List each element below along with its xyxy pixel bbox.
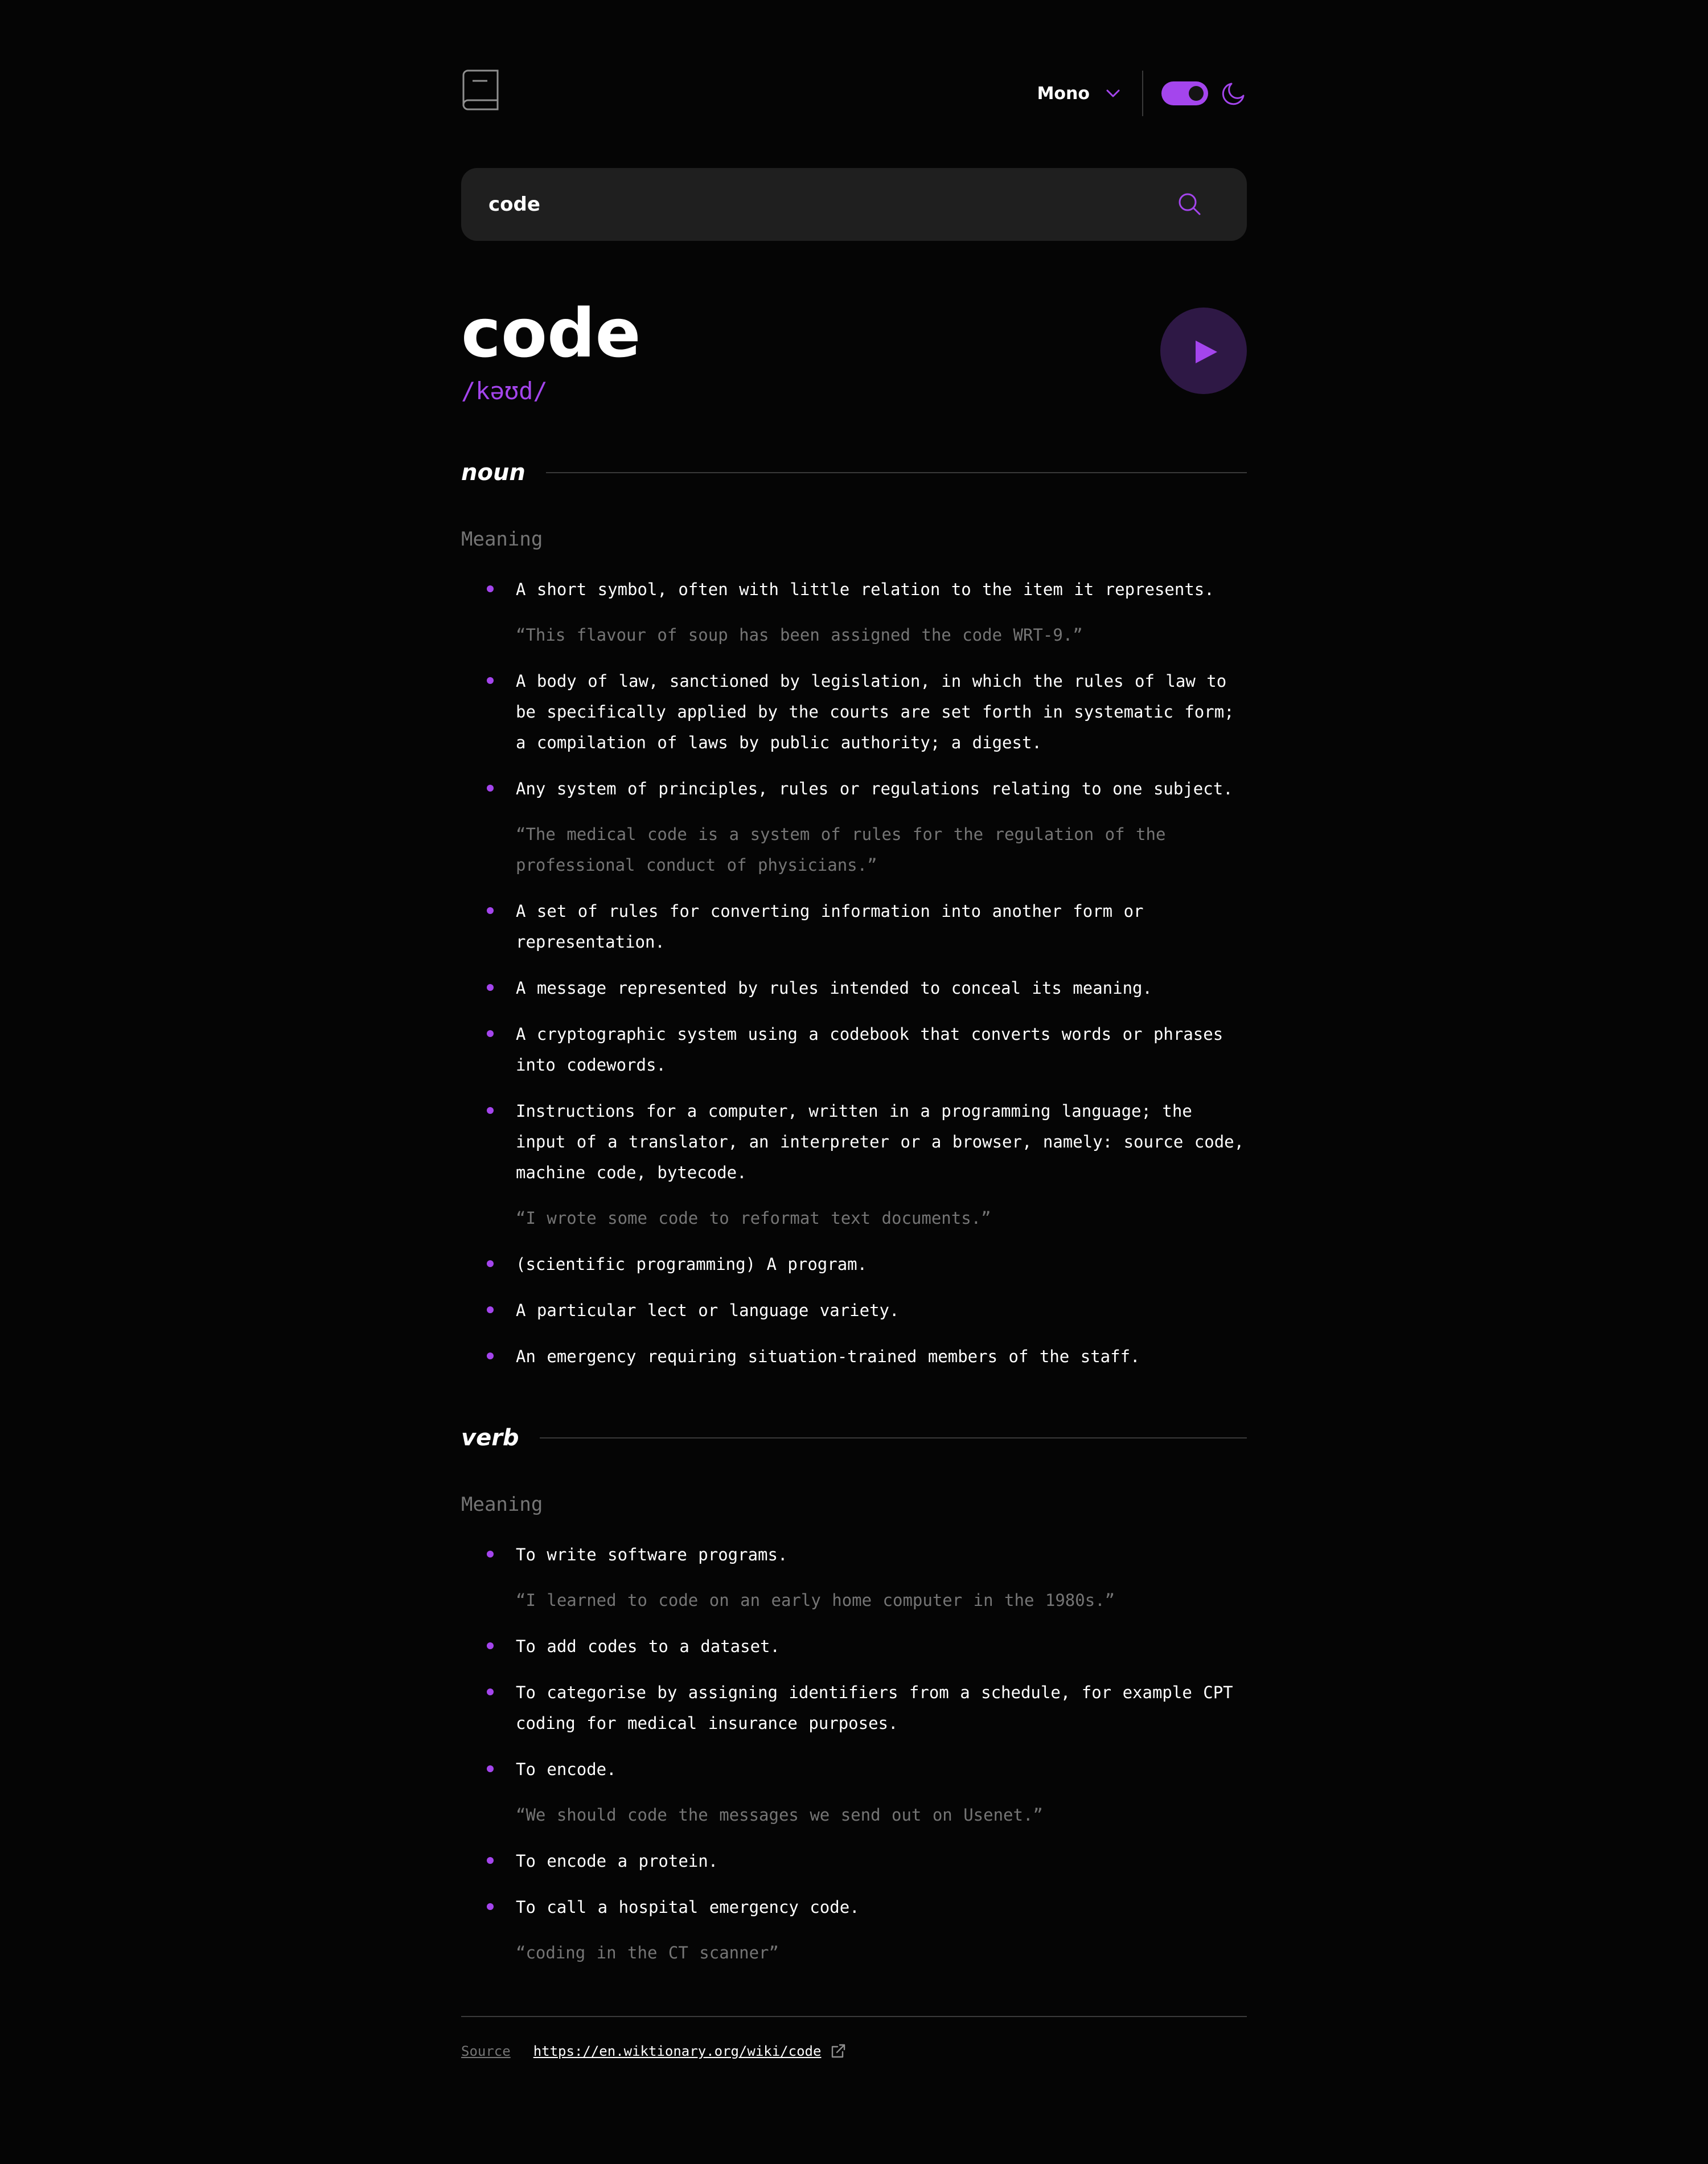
definition-text: To write software programs. — [516, 1545, 788, 1564]
definition-text: (scientific programming) A program. — [516, 1255, 868, 1274]
book-icon[interactable] — [461, 69, 500, 110]
definition-item: (scientific programming) A program. — [461, 1249, 1247, 1280]
theme-toggle-knob — [1189, 86, 1204, 101]
play-icon — [1196, 341, 1217, 363]
verb-section-heading: verb — [461, 1421, 1247, 1455]
moon-icon — [1222, 83, 1245, 105]
verb-definitions-list: To write software programs. “I learned t… — [461, 1539, 1247, 1983]
bullet — [487, 1642, 494, 1649]
meaning-label: Meaning — [461, 1493, 543, 1516]
font-selector-label: Mono — [1037, 83, 1090, 104]
dictionary-page: Mono code code /kəʊd/ noun Meaning A sho… — [0, 0, 1708, 2164]
noun-definitions-list: A short symbol, often with little relati… — [461, 574, 1247, 1387]
external-link-icon[interactable] — [830, 2043, 846, 2059]
definition-example: “I learned to code on an early home comp… — [516, 1591, 1115, 1610]
bullet — [487, 1260, 494, 1267]
definition-item: An emergency requiring situation-trained… — [461, 1341, 1247, 1372]
definition-item: To call a hospital emergency code. “codi… — [461, 1892, 1247, 1968]
section-divider — [545, 472, 1247, 473]
definition-item: A body of law, sanctioned by legislation… — [461, 666, 1247, 758]
definition-text: To encode a protein. — [516, 1851, 718, 1871]
word-phonetic: /kəʊd/ — [461, 377, 548, 405]
bullet — [487, 1352, 494, 1359]
header-divider — [1142, 71, 1143, 116]
definition-text: To call a hospital emergency code. — [516, 1897, 860, 1917]
definition-item: A message represented by rules intended … — [461, 973, 1247, 1003]
definition-item: Any system of principles, rules or regul… — [461, 773, 1247, 880]
theme-toggle[interactable] — [1161, 81, 1208, 105]
bullet — [487, 677, 494, 684]
search-bar — [461, 168, 1247, 241]
definition-item: Instructions for a computer, written in … — [461, 1096, 1247, 1233]
bullet — [487, 1765, 494, 1772]
definition-text: A short symbol, often with little relati… — [516, 580, 1214, 599]
noun-section-heading: noun — [461, 456, 1247, 490]
source-link[interactable]: https://en.wiktionary.org/wiki/code — [533, 2043, 822, 2059]
definition-text: Instructions for a computer, written in … — [516, 1101, 1245, 1182]
definition-item: To write software programs. “I learned t… — [461, 1539, 1247, 1616]
part-of-speech-label: noun — [461, 460, 525, 486]
definition-example: “The medical code is a system of rules f… — [516, 825, 1166, 875]
search-icon[interactable] — [1176, 191, 1202, 217]
definition-text: Any system of principles, rules or regul… — [516, 779, 1233, 798]
chevron-down-icon — [1106, 89, 1120, 97]
footer-divider — [461, 2016, 1247, 2017]
word-title: code — [461, 294, 641, 372]
search-input[interactable] — [488, 168, 1160, 241]
source-label: Source — [461, 2043, 511, 2059]
part-of-speech-label: verb — [461, 1425, 519, 1451]
definition-item: A short symbol, often with little relati… — [461, 574, 1247, 650]
definition-item: A set of rules for converting informatio… — [461, 896, 1247, 957]
definition-text: An emergency requiring situation-trained… — [516, 1347, 1140, 1366]
definition-item: A cryptographic system using a codebook … — [461, 1019, 1247, 1080]
definition-item: A particular lect or language variety. — [461, 1295, 1247, 1326]
definition-text: A set of rules for converting informatio… — [516, 901, 1144, 952]
section-divider — [539, 1437, 1247, 1438]
bullet — [487, 1306, 494, 1313]
bullet — [487, 785, 494, 792]
header: Mono — [461, 67, 1247, 116]
bullet — [487, 1107, 494, 1114]
bullet — [487, 1688, 494, 1695]
definition-text: A cryptographic system using a codebook … — [516, 1024, 1223, 1075]
definition-item: To add codes to a dataset. — [461, 1631, 1247, 1662]
definition-text: To encode. — [516, 1760, 617, 1779]
footer: Source https://en.wiktionary.org/wiki/co… — [461, 2043, 846, 2059]
bullet — [487, 1551, 494, 1558]
bullet — [487, 907, 494, 914]
definition-text: A particular lect or language variety. — [516, 1301, 900, 1320]
definition-text: A message represented by rules intended … — [516, 978, 1152, 998]
definition-example: “I wrote some code to reformat text docu… — [516, 1208, 991, 1228]
bullet — [487, 1903, 494, 1910]
definition-item: To categorise by assigning identifiers f… — [461, 1677, 1247, 1739]
definition-example: “We should code the messages we send out… — [516, 1805, 1043, 1825]
bullet — [487, 1857, 494, 1864]
bullet — [487, 984, 494, 991]
definition-item: To encode a protein. — [461, 1846, 1247, 1876]
font-selector[interactable]: Mono — [1037, 84, 1122, 104]
definition-example: “coding in the CT scanner” — [516, 1943, 779, 1962]
header-controls: Mono — [1037, 71, 1247, 116]
play-pronunciation-button[interactable] — [1160, 308, 1247, 394]
definition-text: To categorise by assigning identifiers f… — [516, 1683, 1233, 1733]
definition-text: A body of law, sanctioned by legislation… — [516, 671, 1234, 752]
bullet — [487, 585, 494, 592]
definition-item: To encode. “We should code the messages … — [461, 1754, 1247, 1830]
definition-text: To add codes to a dataset. — [516, 1637, 780, 1656]
bullet — [487, 1030, 494, 1037]
definition-example: “This flavour of soup has been assigned … — [516, 625, 1083, 645]
meaning-label: Meaning — [461, 528, 543, 551]
